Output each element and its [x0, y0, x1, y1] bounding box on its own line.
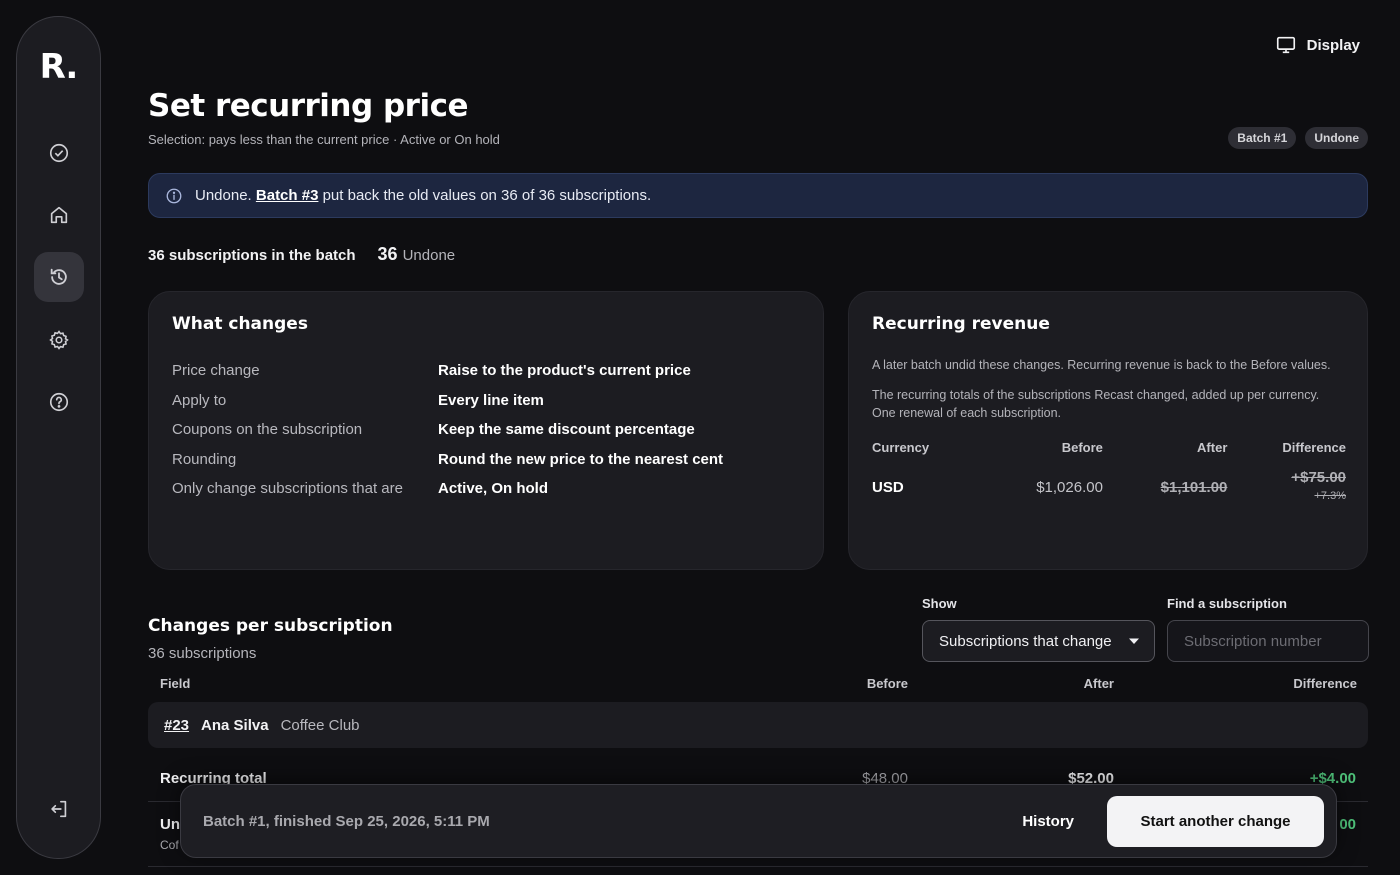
- setting-label: Apply to: [172, 391, 227, 409]
- show-filter-select[interactable]: Subscriptions that change: [922, 620, 1155, 662]
- start-another-change-button[interactable]: Start another change: [1107, 796, 1324, 847]
- status-badges: Batch #1 Undone: [1228, 127, 1368, 149]
- setting-value: Every line item: [438, 391, 544, 409]
- banner-text: Undone. Batch #3 put back the old values…: [195, 187, 651, 204]
- sidebar-item-tasks[interactable]: [34, 128, 84, 178]
- batch-status-text: Batch #1, finished Sep 25, 2026, 5:11 PM: [203, 813, 490, 830]
- sidebar-item-home[interactable]: [34, 190, 84, 240]
- display-button[interactable]: Display: [1275, 34, 1360, 56]
- revenue-undo-note: A later batch undid these changes. Recur…: [872, 358, 1331, 372]
- setting-value: Keep the same discount percentage: [438, 421, 695, 439]
- field-subtext: Cof: [160, 838, 179, 852]
- banner-suffix: put back the old values on 36 of 36 subs…: [322, 187, 652, 204]
- display-label: Display: [1306, 36, 1360, 54]
- setting-label: Rounding: [172, 450, 237, 468]
- row-divider: [148, 866, 1368, 867]
- home-icon: [50, 206, 68, 224]
- col-field: Field: [160, 676, 191, 691]
- revenue-explanation: The recurring totals of the subscription…: [872, 388, 1320, 420]
- recurring-revenue-card: Recurring revenue A later batch undid th…: [848, 291, 1368, 570]
- revenue-row: USD $1,026.00 $1,101.00 +$75.00 +7.3%: [872, 469, 1346, 505]
- product-name: Coffee Club: [280, 716, 360, 734]
- undone-label: Undone: [402, 247, 456, 264]
- col-after: After: [1083, 676, 1114, 691]
- show-filter-value: Subscriptions that change: [939, 632, 1112, 650]
- subscription-id-link[interactable]: #23: [164, 717, 189, 734]
- difference-amount: +$75.00: [1291, 469, 1346, 486]
- setting-label: Coupons on the subscription: [172, 421, 363, 439]
- batch-summary: 36 subscriptions in the batch 36 Undone: [148, 244, 455, 265]
- change-setting-row: Only change subscriptions that are Activ…: [172, 474, 800, 504]
- what-changes-title: What changes: [172, 314, 308, 334]
- difference-percent: +7.3%: [1314, 490, 1347, 502]
- monitor-icon: [1276, 36, 1295, 54]
- find-subscription-label: Find a subscription: [1167, 596, 1287, 611]
- after-cell: $1,101.00: [1160, 478, 1228, 496]
- sidebar-item-settings[interactable]: [34, 315, 84, 365]
- page-title: Set recurring price: [148, 88, 468, 124]
- subscription-search-input[interactable]: [1167, 620, 1369, 662]
- changes-section-subtitle: 36 subscriptions: [148, 645, 257, 662]
- col-difference: Difference: [1282, 440, 1346, 455]
- setting-label: Only change subscriptions that are: [172, 480, 403, 498]
- history-button[interactable]: History: [1022, 813, 1074, 830]
- sidebar-item-history[interactable]: [34, 252, 84, 302]
- status-badge: Undone: [1305, 127, 1368, 149]
- banner-batch-link[interactable]: Batch #3: [256, 187, 319, 204]
- show-filter-label: Show: [922, 596, 957, 611]
- logout-icon: [51, 800, 67, 818]
- col-before: Before: [866, 676, 908, 691]
- banner-prefix: Undone.: [195, 187, 252, 204]
- sidebar: R.: [16, 16, 101, 859]
- customer-name: Ana Silva: [201, 716, 269, 734]
- field-name: Un: [160, 816, 180, 833]
- changes-section-title: Changes per subscription: [148, 616, 393, 636]
- setting-value: Raise to the product's current price: [438, 362, 691, 380]
- help-circle-icon: [49, 392, 69, 412]
- check-circle-icon: [49, 143, 69, 163]
- info-icon: [166, 188, 182, 203]
- change-setting-row: Price change Raise to the product's curr…: [172, 356, 800, 386]
- batch-badge: Batch #1: [1228, 127, 1297, 149]
- difference-value: 00: [1339, 816, 1356, 833]
- gear-icon: [49, 330, 69, 350]
- change-setting-row: Apply to Every line item: [172, 386, 800, 416]
- col-after: After: [1197, 440, 1228, 455]
- change-setting-row: Rounding Round the new price to the near…: [172, 445, 800, 475]
- info-banner: Undone. Batch #3 put back the old values…: [148, 173, 1368, 218]
- change-setting-row: Coupons on the subscription Keep the sam…: [172, 415, 800, 445]
- col-before: Before: [1061, 440, 1103, 455]
- batch-action-bar: Batch #1, finished Sep 25, 2026, 5:11 PM…: [180, 784, 1337, 858]
- setting-value: Round the new price to the nearest cent: [438, 450, 724, 468]
- before-cell: $1,026.00: [1036, 478, 1103, 496]
- col-difference: Difference: [1293, 676, 1357, 691]
- setting-label: Price change: [172, 362, 260, 380]
- caret-down-icon: [1129, 638, 1139, 644]
- history-icon: [50, 268, 67, 285]
- undone-count: 36: [377, 244, 398, 264]
- setting-value: Active, On hold: [438, 480, 549, 498]
- page-subtitle: Selection: pays less than the current pr…: [148, 132, 500, 147]
- app-logo[interactable]: R.: [17, 47, 100, 87]
- sidebar-item-help[interactable]: [34, 377, 84, 427]
- what-changes-list: Price change Raise to the product's curr…: [172, 356, 800, 504]
- subscription-count: 36 subscriptions in the batch: [148, 247, 356, 264]
- recurring-revenue-title: Recurring revenue: [872, 314, 1050, 334]
- sidebar-item-logout[interactable]: [34, 784, 84, 834]
- what-changes-card: What changes Price change Raise to the p…: [148, 291, 824, 570]
- difference-cell: +$75.00 +7.3%: [1227, 469, 1346, 505]
- col-currency: Currency: [872, 440, 930, 455]
- revenue-table: Currency Before After Difference USD $1,…: [872, 440, 1346, 505]
- subscription-group-row: #23 Ana Silva Coffee Club: [148, 702, 1368, 748]
- currency-cell: USD: [872, 478, 904, 496]
